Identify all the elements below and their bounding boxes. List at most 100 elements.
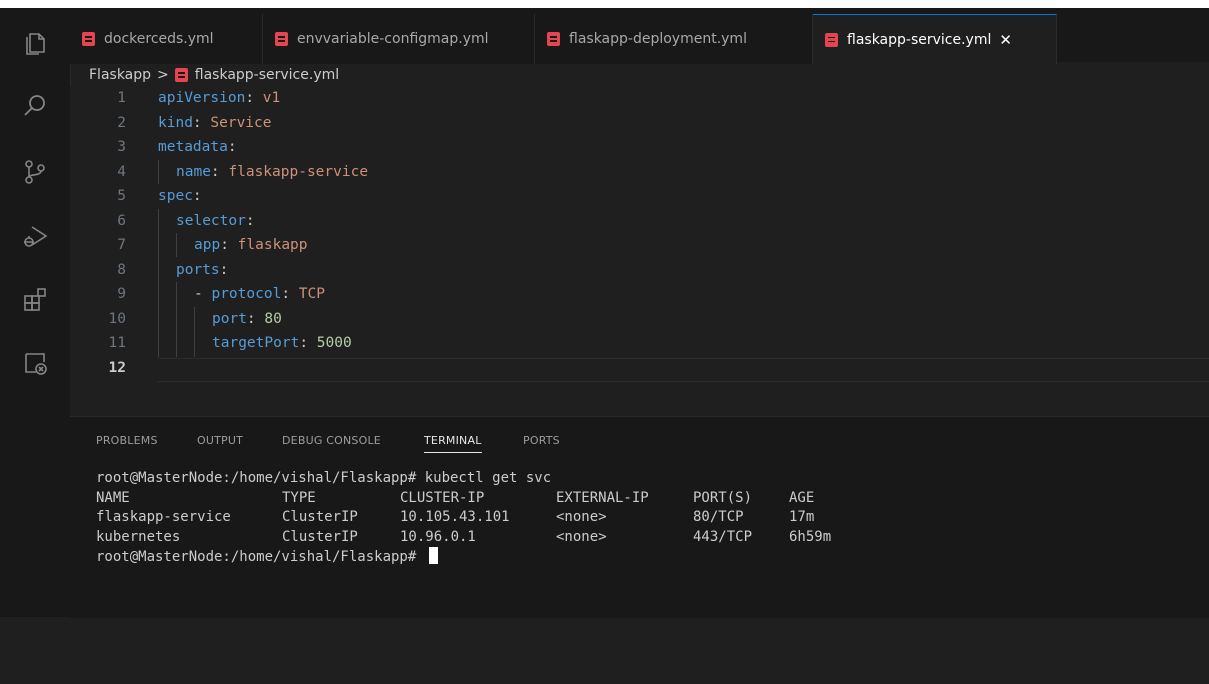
yaml-colon: : [281,286,291,302]
yaml-dash: - [194,286,212,302]
tab-problems[interactable]: PROBLEMS [96,434,158,447]
col-ports-header: PORT(S) [693,489,753,506]
tab-flaskapp-deployment[interactable]: flaskapp-deployment.yml [535,14,813,64]
code-line: 2 kind: Service [70,111,1209,136]
yaml-key: metadata [158,139,228,155]
yaml-file-icon [547,32,560,46]
yaml-file-icon [82,32,95,46]
yaml-key: ports [176,261,220,278]
terminal-cursor [428,547,438,564]
yaml-key: port [212,310,247,327]
terminal-command-line: root@MasterNode:/home/vishal/Flaskapp# k… [96,470,552,486]
yaml-value: 80 [255,310,282,327]
yaml-key: selector [176,212,246,229]
yaml-colon: : [192,114,202,131]
bottom-panel: PROBLEMS OUTPUT DEBUG CONSOLE TERMINAL P… [70,416,1209,618]
code-line: 6 selector: [70,209,1209,234]
yaml-colon: : [246,310,256,327]
col-age-header: AGE [789,489,815,506]
close-icon[interactable]: ✕ [999,31,1012,49]
editor-tab-bar: dockerceds.yml envvariable-configmap.yml… [70,8,1209,64]
tab-label: envvariable-configmap.yml [297,31,489,47]
cell-external-ip: <none> [556,528,607,545]
code-line: 10 port: 80 [70,307,1209,332]
yaml-key: spec [158,188,193,204]
code-text: port: 80 [212,307,282,332]
line-number: 8 [117,261,126,278]
code-editor[interactable]: 1 apiVersion: v1 2 kind: Service 3 metadata: 4… [70,86,1209,416]
remote-explorer-icon[interactable] [21,350,49,378]
code-line: 1 apiVersion: v1 [70,86,1209,111]
code-text: kind: Service [158,111,272,136]
terminal-output[interactable]: root@MasterNode:/home/vishal/Flaskapp# k… [96,469,831,567]
terminal-table-row: flaskapp-service ClusterIP 10.105.43.101… [96,508,814,528]
yaml-colon: : [220,237,229,253]
yaml-key: protocol [211,286,282,302]
yaml-value: flaskapp [228,237,308,253]
line-number: 11 [108,335,126,351]
terminal-prompt-line: root@MasterNode:/home/vishal/Flaskapp# [96,547,551,567]
extensions-icon[interactable] [21,286,49,314]
cell-type: ClusterIP [282,528,358,545]
breadcrumb-separator: > [157,67,169,83]
tab-output[interactable]: OUTPUT [197,434,243,447]
code-text: apiVersion: v1 [158,86,280,111]
search-icon[interactable] [21,92,49,120]
tab-ports[interactable]: PORTS [523,434,560,447]
yaml-file-icon [174,68,188,82]
yaml-colon: : [227,139,237,155]
breadcrumb: Flaskapp > flaskapp-service.yml [89,64,339,86]
line-number: 12 [108,359,126,376]
line-number: 6 [117,212,126,229]
code-line: 8 ports: [70,258,1209,283]
tab-flaskapp-service[interactable]: flaskapp-service.yml ✕ [813,14,1057,64]
line-number: 5 [117,188,126,204]
terminal-prompt: root@MasterNode:/home/vishal/Flaskapp# [96,549,425,565]
cell-ports: 443/TCP [693,528,753,545]
yaml-file-icon [275,32,288,46]
code-text: targetPort: 5000 [212,331,352,356]
col-name-header: NAME [96,489,130,506]
code-line: 9 - protocol: TCP [70,282,1209,307]
breadcrumb-folder[interactable]: Flaskapp [89,67,151,83]
line-number: 9 [117,286,126,302]
cell-ports: 80/TCP [693,509,744,525]
line-number: 7 [117,237,126,253]
window-top-strip [0,0,1209,8]
yaml-key: app [194,237,221,253]
yaml-value: Service [201,114,272,131]
yaml-value: v1 [254,90,281,106]
explorer-icon[interactable] [21,28,49,56]
terminal-table-row: kubernetes ClusterIP 10.96.0.1 <none> 44… [96,528,831,548]
cell-cluster-ip: 10.105.43.101 [400,509,510,525]
yaml-colon: : [219,261,229,278]
col-cluster-ip-header: CLUSTER-IP [400,489,485,506]
tab-debug-console[interactable]: DEBUG CONSOLE [282,434,381,447]
yaml-key: name [176,163,211,180]
yaml-colon: : [299,335,309,351]
tab-terminal[interactable]: TERMINAL [424,434,482,453]
activity-bar [0,8,71,617]
line-number: 10 [108,310,126,327]
code-line: 11 targetPort: 5000 [70,331,1209,356]
yaml-key: kind [158,114,193,131]
code-text: spec: [158,184,202,209]
line-number: 2 [117,114,126,131]
tab-envvariable-configmap[interactable]: envvariable-configmap.yml [263,14,535,64]
code-text: selector: [176,209,255,234]
yaml-value: 5000 [308,335,352,351]
source-control-icon[interactable] [21,158,49,186]
breadcrumb-file[interactable]: flaskapp-service.yml [195,67,339,83]
code-line: 7 app: flaskapp [70,233,1209,258]
cell-external-ip: <none> [556,509,607,525]
col-type-header: TYPE [282,489,316,506]
yaml-colon: : [245,212,255,229]
code-text: - protocol: TCP [194,282,325,307]
run-debug-icon[interactable] [21,222,49,250]
yaml-colon: : [210,163,220,180]
tab-label: flaskapp-service.yml [847,31,992,48]
col-external-ip-header: EXTERNAL-IP [556,489,649,506]
tab-label: flaskapp-deployment.yml [569,31,747,47]
yaml-value: TCP [290,286,325,302]
tab-dockerceds[interactable]: dockerceds.yml [70,14,263,64]
